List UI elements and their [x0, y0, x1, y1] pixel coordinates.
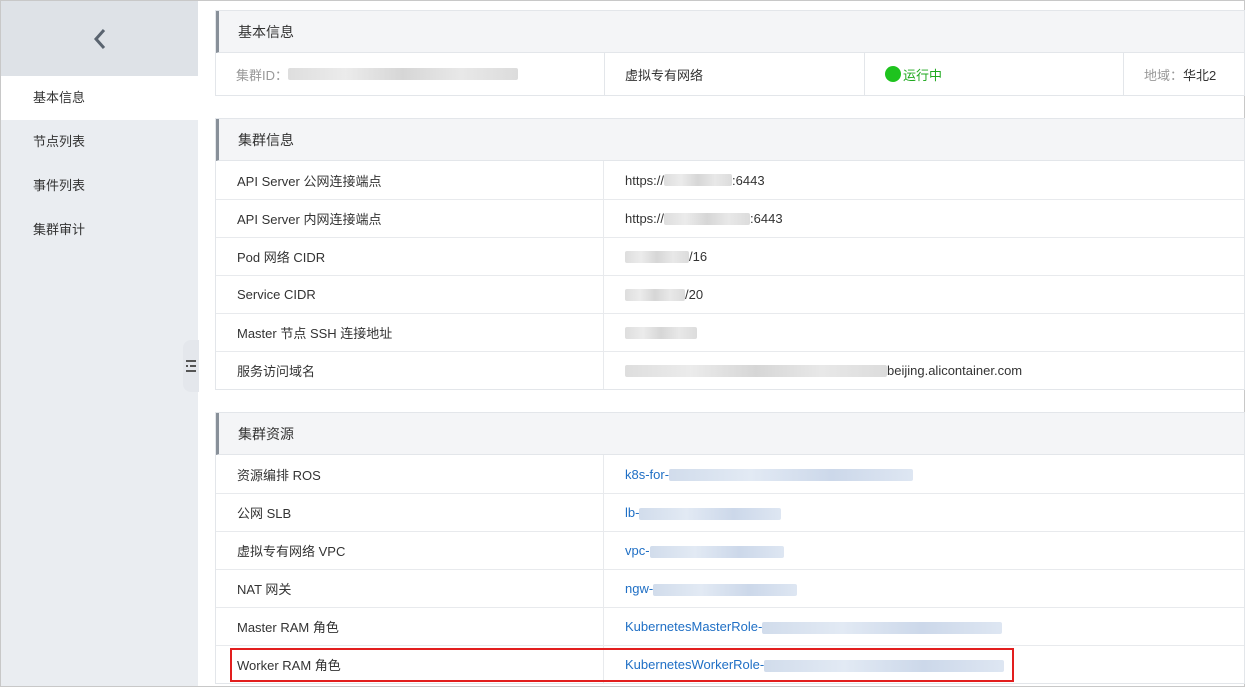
value-prefix: https://: [625, 211, 665, 226]
redacted: [664, 174, 733, 186]
row-key: 虚拟专有网络 VPC: [216, 532, 604, 569]
ros-link[interactable]: k8s-for-: [625, 466, 914, 482]
table-row: 服务访问域名 beijing.alicontainer.com: [216, 351, 1244, 389]
slb-link[interactable]: lb-: [625, 505, 782, 520]
cluster-id-cell: 集群ID：: [216, 53, 605, 95]
redacted: [625, 250, 689, 263]
sidebar-item-node-list[interactable]: 节点列表: [1, 120, 198, 164]
row-key: 服务访问域名: [216, 352, 604, 389]
back-button[interactable]: [1, 1, 198, 76]
row-key: NAT 网关: [216, 570, 604, 607]
table-row: 资源编排 ROS k8s-for-: [216, 455, 1244, 493]
master-ram-role-link[interactable]: KubernetesMasterRole-: [625, 619, 1003, 634]
row-key: Service CIDR: [216, 276, 604, 313]
row-value: https:// :6443: [604, 161, 1244, 199]
value-suffix: beijing.alicontainer.com: [887, 363, 1023, 378]
redacted: [669, 469, 914, 482]
worker-ram-role-link[interactable]: KubernetesWorkerRole-: [625, 657, 1005, 672]
row-value: KubernetesMasterRole-: [604, 608, 1244, 645]
row-key: 资源编排 ROS: [216, 455, 604, 493]
region-value: 华北2: [1183, 67, 1217, 83]
redacted: [653, 583, 798, 596]
chevron-left-icon: [93, 28, 105, 49]
row-value: ngw-: [604, 570, 1244, 607]
main-content: 基本信息 集群ID： 虚拟专有网络 运行中 地域： 华北2 集群信息 API S…: [215, 10, 1245, 687]
table-row: Worker RAM 角色 KubernetesWorkerRole-: [216, 645, 1244, 683]
row-key: API Server 公网连接端点: [216, 161, 604, 199]
redacted: [762, 621, 1003, 634]
table-row: 虚拟专有网络 VPC vpc-: [216, 531, 1244, 569]
value-suffix: /20: [685, 287, 704, 302]
link-prefix: vpc-: [625, 543, 650, 558]
network-type-cell: 虚拟专有网络: [605, 53, 865, 95]
value-suffix: :6443: [732, 172, 765, 188]
row-key: Pod 网络 CIDR: [216, 238, 604, 275]
row-value: /20: [604, 276, 1244, 313]
cluster-info-panel: 集群信息 API Server 公网连接端点 https:// :6443 API…: [215, 118, 1245, 390]
row-value: k8s-for-: [604, 455, 1244, 493]
redacted: [664, 212, 751, 225]
vpc-link[interactable]: vpc-: [625, 543, 784, 558]
table-row: NAT 网关 ngw-: [216, 569, 1244, 607]
sidebar-item-cluster-audit[interactable]: 集群审计: [1, 208, 198, 252]
nat-gateway-link[interactable]: ngw-: [625, 581, 798, 596]
value-suffix: /16: [689, 249, 708, 264]
sidebar-item-event-list[interactable]: 事件列表: [1, 164, 198, 208]
row-key: 公网 SLB: [216, 494, 604, 531]
row-value: [604, 314, 1244, 351]
value-prefix: https://: [625, 172, 665, 188]
row-key: Master RAM 角色: [216, 608, 604, 645]
row-value: https:// :6443: [604, 200, 1244, 237]
row-value: KubernetesWorkerRole-: [604, 646, 1244, 683]
link-prefix: k8s-for-: [625, 466, 670, 482]
redacted: [649, 545, 784, 558]
panel-title: 集群信息: [216, 119, 1244, 161]
table-row: Master 节点 SSH 连接地址: [216, 313, 1244, 351]
region-cell: 地域： 华北2: [1124, 53, 1244, 95]
table-row: Master RAM 角色 KubernetesMasterRole-: [216, 607, 1244, 645]
cluster-id-label: 集群ID：: [236, 67, 289, 83]
panel-title: 基本信息: [216, 11, 1244, 53]
cluster-resources-panel: 集群资源 资源编排 ROS k8s-for- 公网 SLB lb- 虚拟专有网络…: [215, 412, 1245, 684]
sidebar: 基本信息 节点列表 事件列表 集群审计: [1, 1, 198, 686]
row-key: API Server 内网连接端点: [216, 200, 604, 237]
collapse-icon: [186, 360, 196, 372]
redacted: [625, 364, 887, 377]
link-prefix: lb-: [625, 505, 640, 520]
sidebar-item-basic-info[interactable]: 基本信息: [1, 76, 198, 120]
cluster-id-redacted: [288, 68, 519, 80]
basic-info-panel: 基本信息 集群ID： 虚拟专有网络 运行中 地域： 华北2: [215, 10, 1245, 96]
table-row: Pod 网络 CIDR /16: [216, 237, 1244, 275]
value-suffix: :6443: [750, 211, 783, 226]
sidebar-collapse-toggle[interactable]: [183, 340, 199, 392]
status-running-icon: [885, 66, 901, 82]
row-key: Worker RAM 角色: [216, 646, 604, 683]
status-cell: 运行中: [865, 53, 1124, 95]
row-key: Master 节点 SSH 连接地址: [216, 314, 604, 351]
link-prefix: KubernetesWorkerRole-: [625, 657, 765, 672]
link-prefix: KubernetesMasterRole-: [625, 619, 763, 634]
redacted: [639, 507, 782, 520]
redacted: [625, 326, 697, 339]
row-value: beijing.alicontainer.com: [604, 352, 1244, 389]
row-value: vpc-: [604, 532, 1244, 569]
redacted: [625, 288, 685, 301]
table-row: API Server 公网连接端点 https:// :6443: [216, 161, 1244, 199]
panel-title: 集群资源: [216, 413, 1244, 455]
basic-info-row: 集群ID： 虚拟专有网络 运行中 地域： 华北2: [216, 53, 1244, 95]
redacted: [764, 659, 1005, 672]
table-row: 公网 SLB lb-: [216, 493, 1244, 531]
row-value: /16: [604, 238, 1244, 275]
link-prefix: ngw-: [625, 581, 654, 596]
table-row: Service CIDR /20: [216, 275, 1244, 313]
region-label: 地域：: [1144, 67, 1184, 83]
row-value: lb-: [604, 494, 1244, 531]
table-row: API Server 内网连接端点 https:// :6443: [216, 199, 1244, 237]
status-badge: 运行中: [903, 67, 943, 83]
